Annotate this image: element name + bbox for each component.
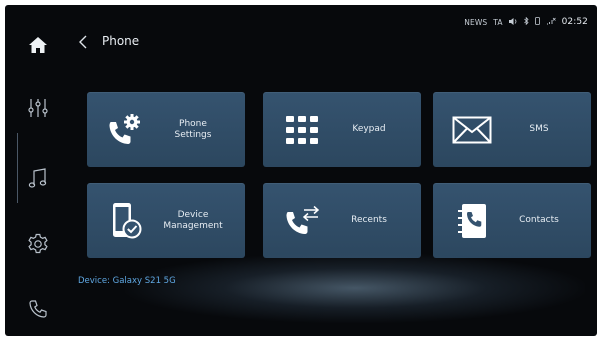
phone-status-icon (534, 17, 540, 27)
tile-label: Phone Settings (174, 118, 212, 140)
contacts-book-icon (451, 201, 493, 241)
connected-device-label: Device: Galaxy S21 5G (78, 276, 176, 286)
tile-label: Recents (351, 215, 387, 225)
gear-icon[interactable] (23, 229, 53, 259)
tile-label: Contacts (519, 215, 559, 225)
bluetooth-icon (523, 16, 529, 27)
sms-tile[interactable]: SMS (433, 92, 591, 167)
chevron-left-icon (79, 35, 87, 49)
recents-tile[interactable]: Recents (263, 183, 421, 258)
no-signal-icon (546, 17, 556, 27)
clock: 02:52 (561, 17, 588, 27)
envelope-icon (451, 110, 493, 150)
sidebar (5, 5, 71, 336)
home-icon[interactable] (23, 30, 53, 60)
page-title: Phone (102, 34, 140, 48)
keypad-icon (281, 110, 323, 150)
phone-icon[interactable] (23, 294, 53, 324)
tile-label: Device Management (163, 209, 223, 231)
phone-settings-tile[interactable]: Phone Settings (87, 92, 245, 167)
device-management-tile[interactable]: Device Management (87, 183, 245, 258)
ta-indicator: TA (493, 17, 503, 27)
tile-label: SMS (529, 124, 549, 134)
back-button[interactable] (75, 32, 91, 52)
ambient-glow (125, 253, 585, 323)
volume-icon (508, 17, 518, 27)
keypad-tile[interactable]: Keypad (263, 92, 421, 167)
status-bar: NEWS TA 02:52 (464, 16, 588, 27)
phone-settings-icon (105, 110, 147, 150)
sidebar-active-indicator (17, 133, 18, 203)
contacts-tile[interactable]: Contacts (433, 183, 591, 258)
equalizer-icon[interactable] (23, 93, 53, 123)
infotainment-screen: Phone NEWS TA 02:52 Phone Settings Keypa… (5, 5, 597, 336)
music-note-icon[interactable] (23, 163, 53, 193)
tile-label: Keypad (352, 124, 386, 134)
radio-news-indicator: NEWS (464, 17, 488, 27)
device-check-icon (105, 201, 147, 241)
phone-arrows-icon (281, 201, 323, 241)
